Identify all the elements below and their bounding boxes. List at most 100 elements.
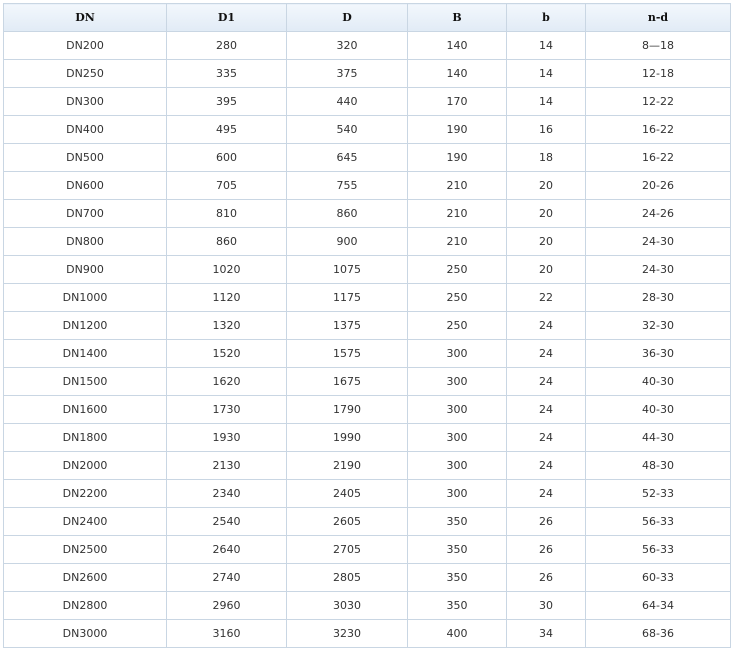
cell-b-upper: 300 (407, 339, 507, 368)
spec-table-container: DN D1 D B b n-d DN200 280 320 140 14 8—18 DN25… (3, 3, 731, 648)
table-row: DN1500 1620 1675 300 24 40-30 (3, 367, 731, 396)
cell-d1: 3160 (166, 619, 287, 648)
cell-d: 1575 (286, 339, 408, 368)
cell-d1: 2960 (166, 591, 287, 620)
cell-dn: DN2800 (3, 591, 167, 620)
table-row: DN1400 1520 1575 300 24 36-30 (3, 339, 731, 368)
cell-d1: 335 (166, 59, 287, 88)
table-row: DN1000 1120 1175 250 22 28-30 (3, 283, 731, 312)
flange-dimension-table: DN D1 D B b n-d DN200 280 320 140 14 8—18 DN25… (3, 3, 731, 648)
cell-d1: 2130 (166, 451, 287, 480)
cell-b-upper: 400 (407, 619, 507, 648)
cell-n-d: 68-36 (585, 619, 731, 648)
cell-n-d: 64-34 (585, 591, 731, 620)
table-row: DN900 1020 1075 250 20 24-30 (3, 255, 731, 284)
table-body: DN200 280 320 140 14 8—18 DN250 335 375 140 14 12-1… (3, 31, 731, 648)
cell-d: 2605 (286, 507, 408, 536)
cell-b-lower: 20 (506, 199, 586, 228)
table-row: DN1600 1730 1790 300 24 40-30 (3, 395, 731, 424)
table-row: DN200 280 320 140 14 8—18 (3, 31, 731, 60)
table-header: DN D1 D B b n-d (3, 3, 731, 32)
cell-dn: DN900 (3, 255, 167, 284)
cell-b-upper: 210 (407, 171, 507, 200)
cell-d: 1790 (286, 395, 408, 424)
cell-n-d: 16-22 (585, 115, 731, 144)
cell-dn: DN3000 (3, 619, 167, 648)
table-row: DN2600 2740 2805 350 26 60-33 (3, 563, 731, 592)
cell-n-d: 12-18 (585, 59, 731, 88)
cell-d: 755 (286, 171, 408, 200)
cell-dn: DN500 (3, 143, 167, 172)
table-row: DN1200 1320 1375 250 24 32-30 (3, 311, 731, 340)
cell-dn: DN300 (3, 87, 167, 116)
cell-dn: DN1400 (3, 339, 167, 368)
cell-n-d: 44-30 (585, 423, 731, 452)
table-row: DN800 860 900 210 20 24-30 (3, 227, 731, 256)
cell-dn: DN600 (3, 171, 167, 200)
table-row: DN2800 2960 3030 350 30 64-34 (3, 591, 731, 620)
cell-dn: DN1200 (3, 311, 167, 340)
cell-n-d: 40-30 (585, 395, 731, 424)
cell-d1: 2640 (166, 535, 287, 564)
cell-b-lower: 24 (506, 367, 586, 396)
cell-b-upper: 140 (407, 59, 507, 88)
cell-d1: 1520 (166, 339, 287, 368)
cell-b-lower: 24 (506, 339, 586, 368)
table-row: DN600 705 755 210 20 20-26 (3, 171, 731, 200)
cell-d1: 810 (166, 199, 287, 228)
cell-b-lower: 20 (506, 255, 586, 284)
cell-b-lower: 24 (506, 479, 586, 508)
cell-b-upper: 300 (407, 367, 507, 396)
cell-d1: 1320 (166, 311, 287, 340)
cell-d1: 2340 (166, 479, 287, 508)
table-row: DN1800 1930 1990 300 24 44-30 (3, 423, 731, 452)
cell-b-lower: 26 (506, 507, 586, 536)
table-row: DN2400 2540 2605 350 26 56-33 (3, 507, 731, 536)
cell-b-lower: 20 (506, 171, 586, 200)
cell-d: 1990 (286, 423, 408, 452)
cell-b-lower: 24 (506, 451, 586, 480)
cell-b-upper: 250 (407, 255, 507, 284)
cell-d1: 2540 (166, 507, 287, 536)
cell-n-d: 24-30 (585, 255, 731, 284)
cell-b-lower: 34 (506, 619, 586, 648)
table-row: DN2000 2130 2190 300 24 48-30 (3, 451, 731, 480)
cell-dn: DN800 (3, 227, 167, 256)
header-cell-dn: DN (3, 3, 167, 32)
cell-b-upper: 350 (407, 591, 507, 620)
cell-n-d: 20-26 (585, 171, 731, 200)
cell-dn: DN250 (3, 59, 167, 88)
cell-d: 1075 (286, 255, 408, 284)
cell-n-d: 40-30 (585, 367, 731, 396)
cell-dn: DN200 (3, 31, 167, 60)
cell-d1: 1620 (166, 367, 287, 396)
cell-n-d: 56-33 (585, 535, 731, 564)
table-row: DN2200 2340 2405 300 24 52-33 (3, 479, 731, 508)
cell-dn: DN1600 (3, 395, 167, 424)
cell-d1: 1730 (166, 395, 287, 424)
table-row: DN400 495 540 190 16 16-22 (3, 115, 731, 144)
cell-n-d: 32-30 (585, 311, 731, 340)
header-cell-d: D (286, 3, 408, 32)
cell-d1: 280 (166, 31, 287, 60)
cell-dn: DN2000 (3, 451, 167, 480)
cell-d1: 395 (166, 87, 287, 116)
cell-b-lower: 16 (506, 115, 586, 144)
cell-d: 2190 (286, 451, 408, 480)
cell-n-d: 52-33 (585, 479, 731, 508)
cell-b-upper: 350 (407, 535, 507, 564)
cell-dn: DN1800 (3, 423, 167, 452)
cell-n-d: 56-33 (585, 507, 731, 536)
cell-d1: 495 (166, 115, 287, 144)
cell-d: 2805 (286, 563, 408, 592)
cell-dn: DN2500 (3, 535, 167, 564)
cell-n-d: 36-30 (585, 339, 731, 368)
cell-n-d: 8—18 (585, 31, 731, 60)
table-row: DN2500 2640 2705 350 26 56-33 (3, 535, 731, 564)
cell-b-lower: 18 (506, 143, 586, 172)
cell-b-lower: 26 (506, 563, 586, 592)
cell-b-lower: 14 (506, 59, 586, 88)
cell-b-lower: 24 (506, 395, 586, 424)
cell-d: 1375 (286, 311, 408, 340)
cell-dn: DN1000 (3, 283, 167, 312)
